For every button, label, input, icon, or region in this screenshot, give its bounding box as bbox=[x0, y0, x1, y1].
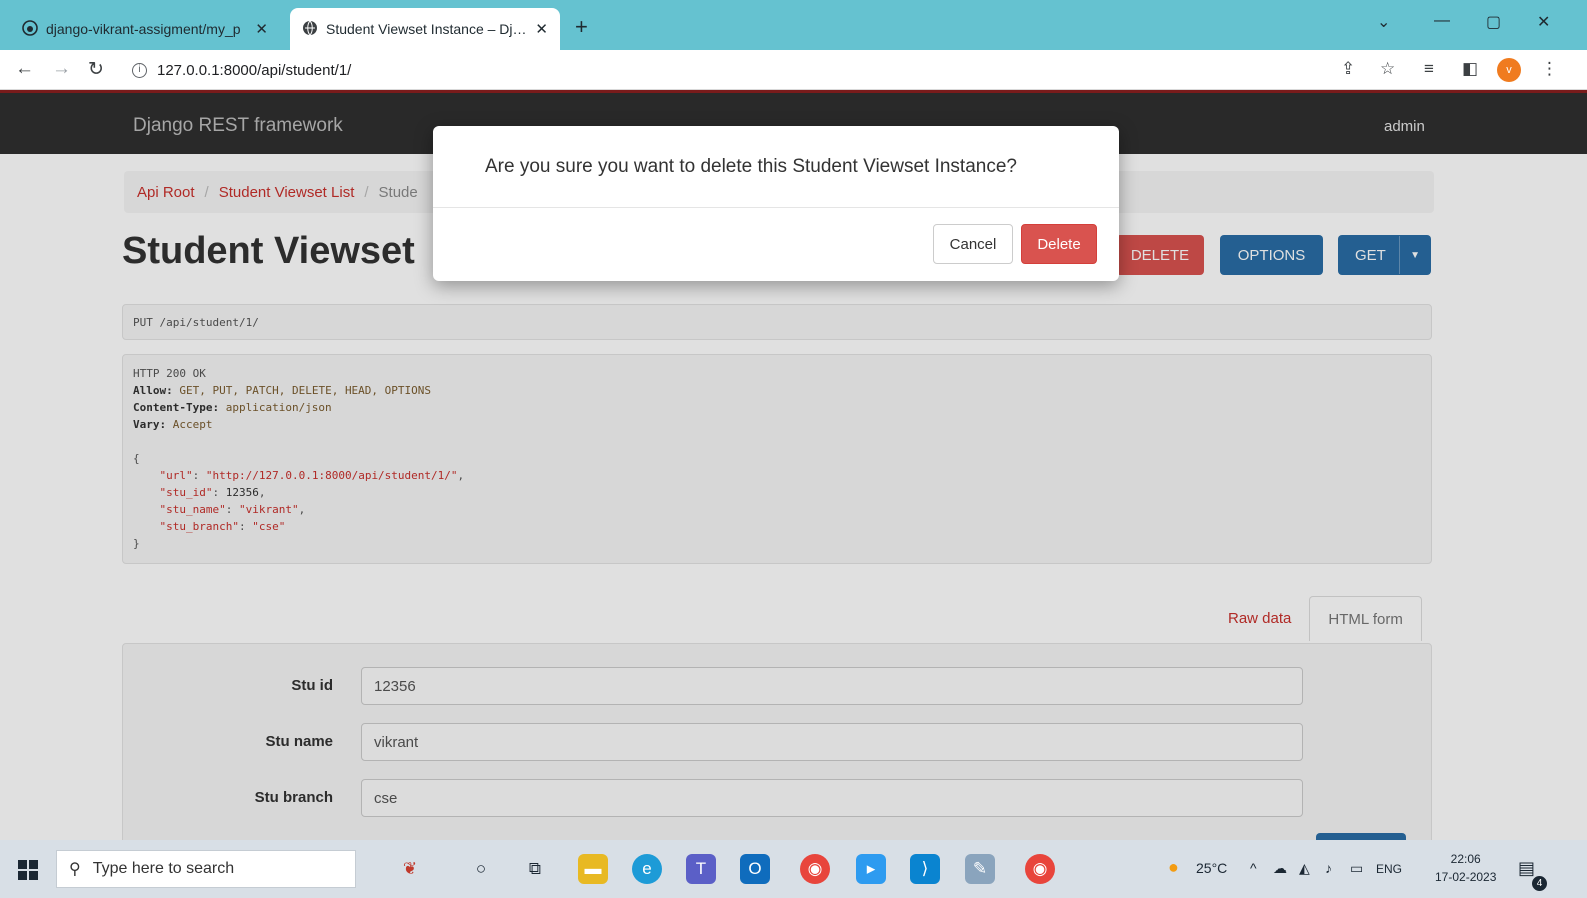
back-arrow-icon[interactable]: ← bbox=[15, 58, 34, 80]
profile-avatar[interactable]: v bbox=[1497, 58, 1521, 82]
close-tab-icon[interactable]: ✕ bbox=[535, 20, 548, 38]
task-view-icon[interactable]: ⧉ bbox=[520, 854, 550, 884]
windows-start-icon[interactable] bbox=[18, 860, 38, 880]
window-close-icon[interactable]: ✕ bbox=[1537, 12, 1550, 32]
browser-tab-student-viewset[interactable]: Student Viewset Instance – Djang ✕ bbox=[290, 8, 560, 50]
onedrive-icon[interactable]: ☁ bbox=[1273, 860, 1287, 877]
url-input[interactable]: i 127.0.0.1:8000/api/student/1/ bbox=[124, 56, 1324, 84]
vscode-icon[interactable]: ⟩ bbox=[910, 854, 940, 884]
bird-widget-icon[interactable]: ❦ bbox=[375, 854, 445, 884]
notes-app-icon[interactable]: ✎ bbox=[965, 854, 995, 884]
browser-tab-strip: django-vikrant-assigment/my_p ✕ Student … bbox=[0, 0, 1587, 50]
close-tab-icon[interactable]: ✕ bbox=[255, 20, 268, 38]
tab-title: Student Viewset Instance – Djang bbox=[326, 21, 530, 37]
side-panel-icon[interactable]: ◧ bbox=[1462, 59, 1478, 79]
forward-arrow-icon[interactable]: → bbox=[52, 58, 71, 80]
volume-icon[interactable]: ♪ bbox=[1325, 860, 1332, 876]
weather-sun-icon[interactable]: ● bbox=[1168, 857, 1179, 878]
chrome-profile-icon[interactable]: ◉ bbox=[1025, 854, 1055, 884]
browser-tab-github[interactable]: django-vikrant-assigment/my_p ✕ bbox=[10, 8, 280, 50]
url-text: 127.0.0.1:8000/api/student/1/ bbox=[157, 61, 352, 79]
tray-chevron-up-icon[interactable]: ^ bbox=[1250, 860, 1257, 876]
cortana-icon[interactable]: ○ bbox=[466, 854, 496, 884]
outlook-icon[interactable]: O bbox=[740, 854, 770, 884]
app-icon[interactable]: ▸ bbox=[856, 854, 886, 884]
info-icon[interactable]: i bbox=[132, 62, 147, 78]
chrome-icon[interactable]: ◉ bbox=[800, 854, 830, 884]
taskbar-clock[interactable]: 22:06 17-02-2023 bbox=[1435, 850, 1496, 886]
windows-taskbar: ⚲ Type here to search ❦ ○ ⧉ ▬ e T O ◉ ▸ … bbox=[0, 840, 1587, 898]
reload-icon[interactable]: ↻ bbox=[88, 58, 104, 81]
clock-date: 17-02-2023 bbox=[1435, 870, 1497, 884]
bookmark-star-icon[interactable]: ☆ bbox=[1380, 59, 1395, 79]
github-icon bbox=[22, 19, 38, 39]
weather-temp[interactable]: 25°C bbox=[1196, 860, 1227, 876]
search-placeholder: Type here to search bbox=[92, 860, 235, 877]
tab-title: django-vikrant-assigment/my_p bbox=[46, 21, 241, 37]
new-tab-button[interactable]: + bbox=[575, 14, 588, 40]
confirm-delete-button[interactable]: Delete bbox=[1021, 224, 1097, 264]
cancel-button[interactable]: Cancel bbox=[933, 224, 1013, 264]
file-explorer-icon[interactable]: ▬ bbox=[578, 854, 608, 884]
share-icon[interactable]: ⇪ bbox=[1341, 59, 1355, 79]
network-icon[interactable]: ◭ bbox=[1299, 860, 1310, 877]
more-menu-icon[interactable]: ⋮ bbox=[1541, 59, 1558, 79]
language-indicator[interactable]: ENG bbox=[1376, 862, 1402, 876]
reading-list-icon[interactable]: ≡ bbox=[1424, 59, 1434, 79]
notification-count: 4 bbox=[1532, 876, 1547, 891]
modal-footer: Cancel Delete bbox=[933, 224, 1097, 264]
delete-confirm-modal: Are you sure you want to delete this Stu… bbox=[433, 126, 1119, 281]
teams-icon[interactable]: T bbox=[686, 854, 716, 884]
battery-icon[interactable]: ▭ bbox=[1350, 860, 1363, 877]
modal-message: Are you sure you want to delete this Stu… bbox=[433, 126, 1119, 208]
maximize-icon[interactable]: ▢ bbox=[1486, 12, 1501, 32]
clock-time: 22:06 bbox=[1450, 852, 1481, 866]
tab-search-chevron-icon[interactable]: ⌄ bbox=[1377, 12, 1390, 32]
address-bar: ← → ↻ i 127.0.0.1:8000/api/student/1/ ⇪ … bbox=[0, 50, 1587, 90]
edge-icon[interactable]: e bbox=[632, 854, 662, 884]
search-icon: ⚲ bbox=[69, 861, 81, 878]
taskbar-search-input[interactable]: ⚲ Type here to search bbox=[56, 850, 356, 888]
minimize-icon[interactable]: — bbox=[1434, 12, 1450, 30]
globe-icon bbox=[302, 20, 318, 39]
notification-icon[interactable]: ▤ bbox=[1518, 858, 1535, 879]
